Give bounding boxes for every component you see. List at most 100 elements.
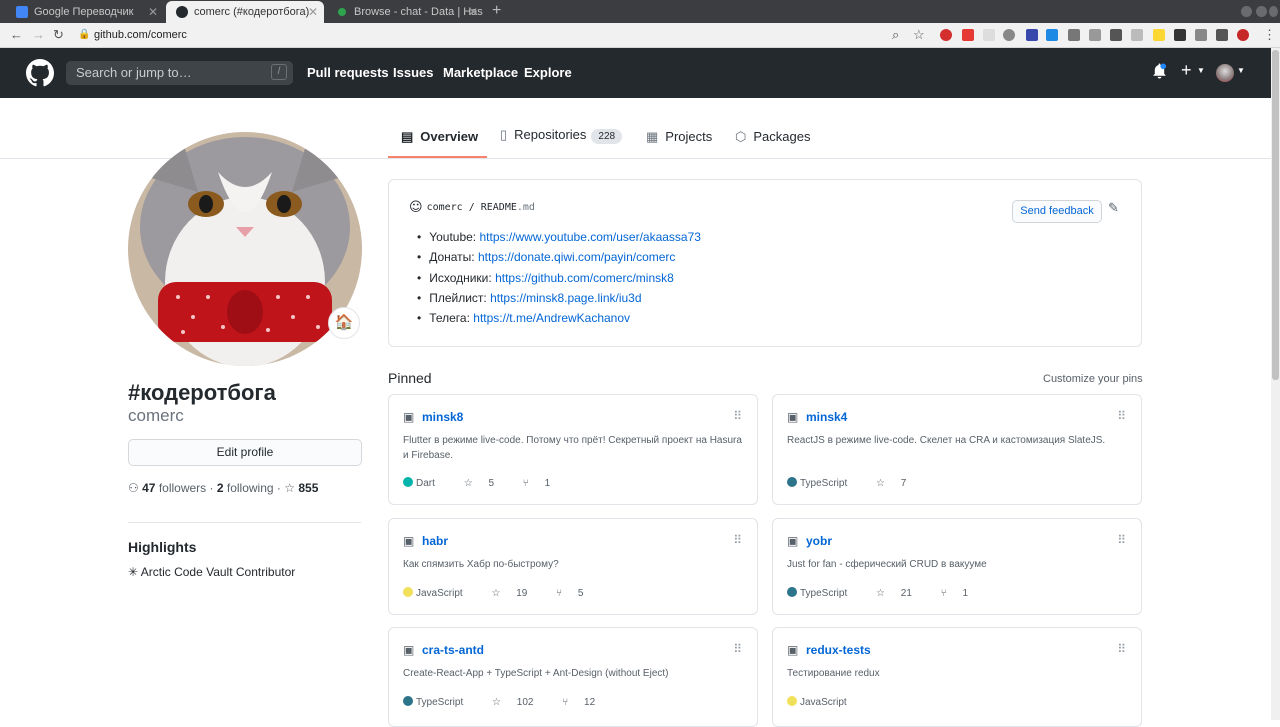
stars-link[interactable]: ☆ 7 (876, 478, 919, 489)
page-scrollbar[interactable] (1271, 48, 1280, 720)
pinned-repo-card[interactable]: ▣ minsk4 ⠿ ReactJS в режиме live-code. С… (772, 394, 1142, 505)
profile-extension-icon[interactable] (1237, 29, 1249, 41)
extension-icon[interactable] (1153, 29, 1165, 41)
tab-projects[interactable]: ▦ Projects (646, 129, 712, 145)
drag-handle-icon[interactable]: ⠿ (1117, 642, 1126, 656)
puzzle-extensions-icon[interactable] (1216, 29, 1228, 41)
drag-handle-icon[interactable]: ⠿ (1117, 409, 1126, 423)
extension-icon[interactable] (1174, 29, 1186, 41)
forks-link[interactable]: ⑂ 5 (556, 588, 596, 599)
stars-link[interactable]: ☆ 21 (876, 588, 925, 599)
star-count: 19 (516, 588, 528, 599)
browser-tab-translate[interactable]: Google Переводчик ✕ (6, 1, 164, 23)
extension-icon[interactable] (983, 29, 995, 41)
telegram-link[interactable]: https://t.me/AndrewKachanov (473, 311, 630, 325)
repo-name-link[interactable]: redux-tests (806, 643, 871, 657)
fork-icon: ⑂ (556, 588, 563, 599)
repo-name-link[interactable]: minsk4 (806, 410, 847, 424)
create-new-plus-icon[interactable]: + (1181, 60, 1192, 81)
repo-name-link[interactable]: minsk8 (422, 410, 463, 424)
tab-overview[interactable]: ▤ Overview (401, 129, 478, 145)
playlist-link[interactable]: https://minsk8.page.link/iu3d (490, 291, 641, 305)
list-item: Исходники: https://github.com/comerc/min… (417, 271, 701, 291)
forks-link[interactable]: ⑂ 12 (562, 697, 608, 708)
pinned-repo-card[interactable]: ▣ yobr ⠿ Just for fan - сферический CRUD… (772, 518, 1142, 615)
extension-icon[interactable] (1046, 29, 1058, 41)
pinned-repo-card[interactable]: ▣ habr ⠿ Как спямзить Хабр по-быстрому? … (388, 518, 758, 615)
stars-link[interactable]: ☆ 5 (464, 478, 507, 489)
tab-packages[interactable]: ⬡ Packages (735, 129, 810, 145)
tab-label: Packages (753, 129, 811, 144)
stars-link[interactable]: ☆ 855 (284, 481, 318, 495)
extension-icon[interactable] (1195, 29, 1207, 41)
minimize-window-icon[interactable] (1241, 6, 1252, 17)
close-tab-icon[interactable]: ✕ (148, 5, 158, 19)
customize-pins-link[interactable]: Customize your pins (1043, 373, 1143, 385)
bookmark-star-icon[interactable]: ☆ (913, 27, 925, 43)
nav-issues[interactable]: Issues (393, 65, 433, 80)
forward-icon[interactable]: → (32, 27, 45, 42)
readme-file[interactable]: README (481, 202, 517, 213)
status-emoji-button[interactable]: 🏠 (328, 307, 360, 339)
search-input[interactable]: Search or jump to… / (66, 61, 293, 85)
extension-icon[interactable] (1110, 29, 1122, 41)
new-tab-icon[interactable]: + (492, 2, 501, 20)
github-favicon-icon (176, 6, 188, 18)
forks-link[interactable]: ⑂ 1 (941, 588, 981, 599)
pinned-repo-card[interactable]: ▣ redux-tests ⠿ Тестирование redux JavaS… (772, 627, 1142, 727)
extension-icon[interactable] (1131, 29, 1143, 41)
youtube-link[interactable]: https://www.youtube.com/user/akaassa73 (480, 230, 701, 244)
stars-link[interactable]: ☆ 102 (492, 697, 546, 708)
url-field[interactable]: github.com/comerc (94, 27, 1154, 44)
edit-profile-button[interactable]: Edit profile (128, 439, 362, 466)
adblock-extension-icon[interactable] (940, 29, 952, 41)
sources-link[interactable]: https://github.com/comerc/minsk8 (495, 271, 674, 285)
nav-marketplace[interactable]: Marketplace (443, 65, 518, 80)
drag-handle-icon[interactable]: ⠿ (1117, 533, 1126, 547)
donate-link[interactable]: https://donate.qiwi.com/payin/comerc (478, 250, 675, 264)
pinned-repo-card[interactable]: ▣ cra-ts-antd ⠿ Create-React-App + TypeS… (388, 627, 758, 727)
chevron-down-icon[interactable]: ▼ (1197, 66, 1205, 75)
reload-icon[interactable]: ↻ (53, 27, 64, 43)
close-window-icon[interactable] (1269, 6, 1278, 17)
notifications-bell-icon[interactable] (1152, 63, 1167, 83)
highlight-item[interactable]: ✳ Arctic Code Vault Contributor (128, 565, 295, 579)
hasura-favicon-icon (338, 8, 346, 16)
github-logo-icon[interactable] (26, 59, 54, 87)
readme-owner[interactable]: comerc (427, 202, 463, 213)
camera-extension-icon[interactable] (1068, 29, 1080, 41)
extension-icon[interactable] (1026, 29, 1038, 41)
followers-link[interactable]: 47 followers (142, 481, 206, 495)
browser-menu-icon[interactable]: ⋮ (1263, 27, 1276, 43)
back-icon[interactable]: ← (10, 27, 23, 42)
zoom-icon[interactable]: ⌕ (892, 27, 899, 43)
browser-tab-github[interactable]: comerc (#кодеротбога) ✕ (166, 1, 324, 23)
drag-handle-icon[interactable]: ⠿ (733, 409, 742, 423)
nav-explore[interactable]: Explore (524, 65, 572, 80)
repo-name-link[interactable]: yobr (806, 534, 832, 548)
maximize-window-icon[interactable] (1256, 6, 1267, 17)
following-link[interactable]: 2 following (217, 481, 274, 495)
drag-handle-icon[interactable]: ⠿ (733, 533, 742, 547)
pencil-edit-icon[interactable]: ✎ (1108, 200, 1119, 216)
extension-icon[interactable] (1089, 29, 1101, 41)
close-tab-icon[interactable]: ✕ (468, 5, 478, 19)
drag-handle-icon[interactable]: ⠿ (733, 642, 742, 656)
chevron-down-icon[interactable]: ▼ (1237, 66, 1245, 75)
stars-link[interactable]: ☆ 19 (491, 588, 540, 599)
profile-avatar[interactable] (128, 132, 362, 366)
send-feedback-button[interactable]: Send feedback (1012, 200, 1102, 223)
browser-tab-hasura[interactable]: Browse - chat - Data | Has ✕ (326, 1, 484, 23)
tab-repositories[interactable]: ▯ Repositories 228 (500, 127, 623, 144)
forks-link[interactable]: ⑂ 1 (523, 478, 563, 489)
repo-meta: JavaScript ☆ 19 ⑂ 5 (403, 587, 609, 599)
repo-name-link[interactable]: cra-ts-antd (422, 643, 484, 657)
user-avatar[interactable] (1216, 64, 1234, 82)
nav-pull-requests[interactable]: Pull requests (307, 65, 389, 80)
extension-icon[interactable] (962, 29, 974, 41)
scrollbar-thumb[interactable] (1272, 50, 1279, 380)
repo-name-link[interactable]: habr (422, 534, 448, 548)
close-tab-icon[interactable]: ✕ (308, 5, 318, 19)
extension-icon[interactable] (1003, 29, 1015, 41)
pinned-repo-card[interactable]: ▣ minsk8 ⠿ Flutter в режиме live-code. П… (388, 394, 758, 505)
